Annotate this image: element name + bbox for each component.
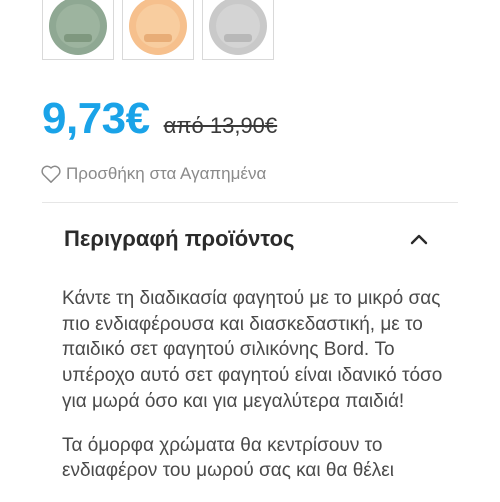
divider — [42, 202, 458, 203]
description-title: Περιγραφή προϊόντος — [64, 226, 295, 251]
old-price: από 13,90€ — [163, 113, 278, 138]
current-price: 9,73€ — [42, 94, 150, 143]
heart-icon — [41, 165, 61, 183]
swatch-grey[interactable] — [202, 0, 274, 60]
chevron-up-icon — [410, 234, 428, 245]
price-row: 9,73€ από 13,90€ — [42, 94, 277, 144]
plate-icon — [49, 0, 107, 55]
color-swatches — [42, 0, 274, 60]
swatch-orange[interactable] — [122, 0, 194, 60]
add-to-wishlist-link[interactable]: Προσθήκη στα Αγαπημένα — [40, 164, 266, 184]
wishlist-label: Προσθήκη στα Αγαπημένα — [66, 164, 267, 183]
plate-icon — [209, 0, 267, 55]
description-paragraph: Τα όμορφα χρώματα θα κεντρίσουν το ενδια… — [62, 434, 394, 482]
swatch-green[interactable] — [42, 0, 114, 60]
description-accordion-toggle[interactable]: Περιγραφή προϊόντος — [42, 222, 458, 256]
description-body: Κάντε τη διαδικασία φαγητού με το μικρό … — [62, 286, 452, 502]
plate-icon — [129, 0, 187, 55]
description-paragraph: Κάντε τη διαδικασία φαγητού με το μικρό … — [62, 288, 443, 412]
